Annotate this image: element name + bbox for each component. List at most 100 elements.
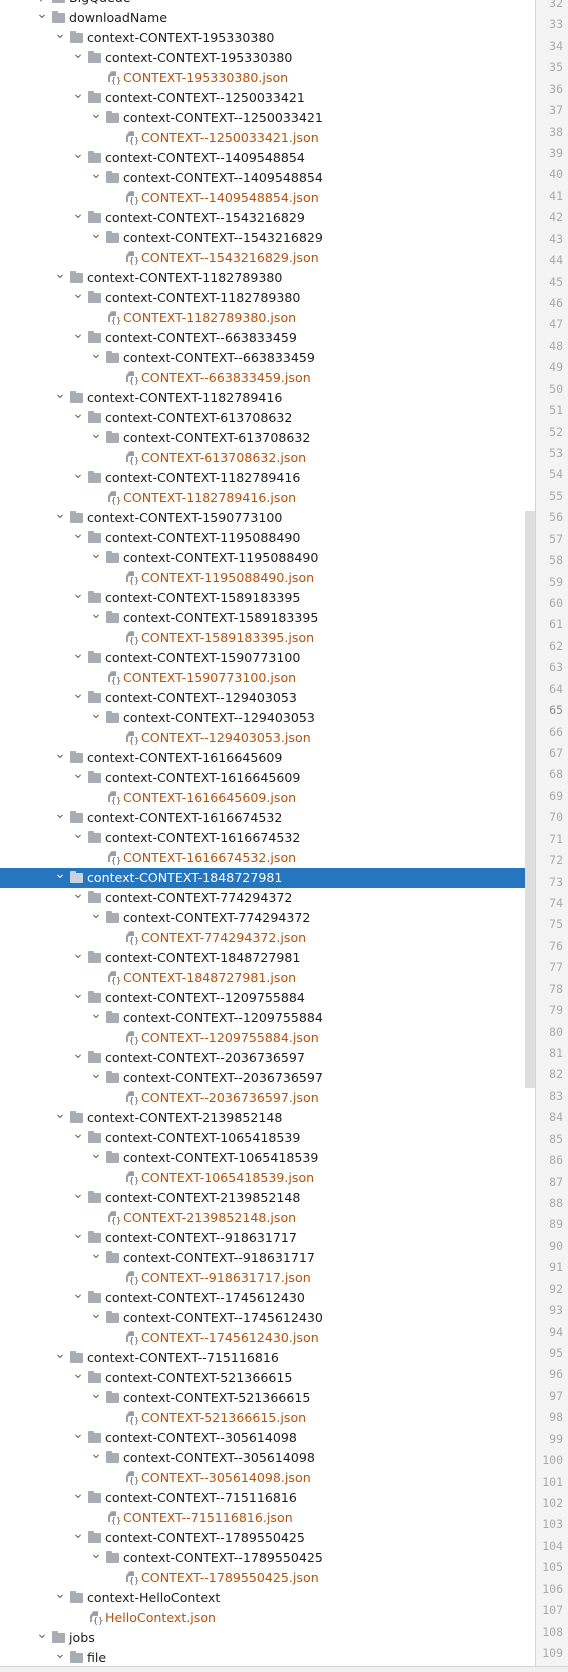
tree-folder-item[interactable]: ⌄ context-CONTEXT--2036736597	[0, 1047, 535, 1068]
tree-folder-item[interactable]: ⌄ context-CONTEXT--918631717	[0, 1227, 535, 1248]
tree-folder-item[interactable]: ⌄ context-CONTEXT-2139852148	[0, 1187, 535, 1208]
tree-folder-item[interactable]: ⌄ context-CONTEXT--1409548854	[0, 167, 535, 188]
tree-folder-item[interactable]: ⌄ context-CONTEXT-1182789416	[0, 467, 535, 488]
tree-folder-item[interactable]: ⌄ context-CONTEXT--1250033421	[0, 107, 535, 128]
tree-folder-item[interactable]: ⌄ context-HelloContext	[0, 1587, 535, 1608]
tree-file-item[interactable]: {} CONTEXT--918631717.json	[0, 1268, 535, 1288]
chevron-down-icon[interactable]: ⌄	[35, 1627, 49, 1648]
tree-folder-item[interactable]: ⌄ context-CONTEXT--1209755884	[0, 1007, 535, 1028]
tree-folder-item[interactable]: ⌄ context-CONTEXT-1616645609	[0, 747, 535, 768]
chevron-down-icon[interactable]: ⌄	[71, 1487, 85, 1508]
chevron-down-icon[interactable]: ⌄	[53, 507, 67, 528]
chevron-down-icon[interactable]: ⌄	[71, 887, 85, 908]
chevron-down-icon[interactable]: ⌄	[71, 47, 85, 68]
tree-file-item[interactable]: {} CONTEXT--715116816.json	[0, 1508, 535, 1528]
tree-folder-item[interactable]: ⌄ jobs	[0, 1627, 535, 1648]
tree-folder-item[interactable]: ⌄ context-CONTEXT-1848727981	[0, 947, 535, 968]
tree-folder-item[interactable]: ⌄ context-CONTEXT-1065418539	[0, 1147, 535, 1168]
tree-file-item[interactable]: {} CONTEXT-195330380.json	[0, 68, 535, 88]
tree-folder-item[interactable]: ⌄ context-CONTEXT--129403053	[0, 687, 535, 708]
tree-folder-item[interactable]: ⌄ context-CONTEXT--129403053	[0, 707, 535, 728]
chevron-down-icon[interactable]: ⌄	[89, 1447, 103, 1468]
tree-file-item[interactable]: {} CONTEXT--1745612430.json	[0, 1328, 535, 1348]
tree-file-item[interactable]: {} HelloContext.json	[0, 1608, 535, 1628]
tree-file-item[interactable]: {} CONTEXT-1590773100.json	[0, 668, 535, 688]
tree-folder-item[interactable]: ⌄ context-CONTEXT--1209755884	[0, 987, 535, 1008]
tree-folder-item[interactable]: ⌄ context-CONTEXT--663833459	[0, 327, 535, 348]
tree-folder-item[interactable]: ⌄ context-CONTEXT-1195088490	[0, 527, 535, 548]
chevron-down-icon[interactable]: ⌄	[71, 327, 85, 348]
tree-file-item[interactable]: {} CONTEXT--305614098.json	[0, 1468, 535, 1488]
chevron-down-icon[interactable]: ⌄	[89, 1067, 103, 1088]
tree-folder-item[interactable]: ⌄ downloadName	[0, 7, 535, 28]
project-tree[interactable]: ›BigQueue⌄downloadName ⌄context-CONTEXT-1…	[0, 0, 535, 1666]
chevron-down-icon[interactable]: ⌄	[89, 1147, 103, 1168]
tree-folder-item[interactable]: ⌄ context-CONTEXT--663833459	[0, 347, 535, 368]
tree-folder-item[interactable]: ⌄ context-CONTEXT--2036736597	[0, 1067, 535, 1088]
tree-folder-item[interactable]: ⌄ context-CONTEXT-774294372	[0, 907, 535, 928]
tree-folder-item[interactable]: ⌄ context-CONTEXT-1065418539	[0, 1127, 535, 1148]
chevron-down-icon[interactable]: ⌄	[53, 867, 67, 888]
chevron-down-icon[interactable]: ⌄	[89, 907, 103, 928]
chevron-down-icon[interactable]: ⌄	[71, 1367, 85, 1388]
tree-file-item[interactable]: {} CONTEXT--1250033421.json	[0, 128, 535, 148]
chevron-down-icon[interactable]: ⌄	[89, 607, 103, 628]
chevron-down-icon[interactable]: ⌄	[71, 407, 85, 428]
tree-folder-item[interactable]: ⌄ context-CONTEXT-1590773100	[0, 647, 535, 668]
chevron-down-icon[interactable]: ⌄	[53, 1587, 67, 1608]
tree-folder-item[interactable]: ⌄ context-CONTEXT-1195088490	[0, 547, 535, 568]
tree-file-item[interactable]: {} CONTEXT-2139852148.json	[0, 1208, 535, 1228]
chevron-down-icon[interactable]: ⌄	[71, 827, 85, 848]
tree-folder-item[interactable]: ⌄ context-CONTEXT--1250033421	[0, 87, 535, 108]
tree-folder-item[interactable]: ⌄ context-CONTEXT-1590773100	[0, 507, 535, 528]
chevron-down-icon[interactable]: ⌄	[71, 1187, 85, 1208]
tree-file-item[interactable]: {} CONTEXT-1182789380.json	[0, 308, 535, 328]
chevron-down-icon[interactable]: ⌄	[53, 267, 67, 288]
tree-folder-item[interactable]: ⌄ context-CONTEXT--918631717	[0, 1247, 535, 1268]
tree-folder-item[interactable]: ⌄ context-CONTEXT-1589183395	[0, 607, 535, 628]
tree-folder-item[interactable]: ⌄ file	[0, 1647, 535, 1666]
tree-folder-item[interactable]: ⌄ context-CONTEXT-195330380	[0, 47, 535, 68]
tree-folder-item[interactable]: ⌄ context-CONTEXT--715116816	[0, 1487, 535, 1508]
chevron-down-icon[interactable]: ⌄	[89, 547, 103, 568]
chevron-down-icon[interactable]: ⌄	[89, 107, 103, 128]
tree-folder-item[interactable]: ⌄ context-CONTEXT-2139852148	[0, 1107, 535, 1128]
tree-folder-item[interactable]: ⌄ context-CONTEXT-521366615	[0, 1387, 535, 1408]
chevron-down-icon[interactable]: ⌄	[71, 1047, 85, 1068]
tree-folder-item[interactable]: ⌄ context-CONTEXT--305614098	[0, 1447, 535, 1468]
chevron-down-icon[interactable]: ⌄	[71, 527, 85, 548]
chevron-down-icon[interactable]: ⌄	[89, 427, 103, 448]
tree-folder-item[interactable]: ⌄ context-CONTEXT--1745612430	[0, 1287, 535, 1308]
tree-folder-item[interactable]: ⌄ context-CONTEXT-1182789380	[0, 267, 535, 288]
tree-folder-item[interactable]: ⌄ context-CONTEXT-774294372	[0, 887, 535, 908]
chevron-down-icon[interactable]: ⌄	[71, 1227, 85, 1248]
tree-file-item[interactable]: {} CONTEXT--2036736597.json	[0, 1088, 535, 1108]
tree-file-item[interactable]: {} CONTEXT--663833459.json	[0, 368, 535, 388]
tree-folder-item[interactable]: ⌄ context-CONTEXT-1616645609	[0, 767, 535, 788]
tree-file-item[interactable]: {} CONTEXT--1209755884.json	[0, 1028, 535, 1048]
chevron-down-icon[interactable]: ⌄	[71, 587, 85, 608]
chevron-down-icon[interactable]: ⌄	[71, 147, 85, 168]
chevron-down-icon[interactable]: ⌄	[71, 207, 85, 228]
chevron-down-icon[interactable]: ⌄	[89, 1547, 103, 1568]
chevron-down-icon[interactable]: ⌄	[71, 87, 85, 108]
tree-file-item[interactable]: {} CONTEXT-1848727981.json	[0, 968, 535, 988]
tree-folder-item[interactable]: ›BigQueue	[0, 0, 535, 8]
chevron-down-icon[interactable]: ⌄	[53, 387, 67, 408]
chevron-down-icon[interactable]: ⌄	[89, 1247, 103, 1268]
tree-file-item[interactable]: {} CONTEXT-1589183395.json	[0, 628, 535, 648]
tree-file-item[interactable]: {} CONTEXT-1065418539.json	[0, 1168, 535, 1188]
chevron-down-icon[interactable]: ⌄	[53, 1107, 67, 1128]
tree-file-item[interactable]: {} CONTEXT--129403053.json	[0, 728, 535, 748]
chevron-down-icon[interactable]: ⌄	[89, 1307, 103, 1328]
tree-file-item[interactable]: {} CONTEXT--1543216829.json	[0, 248, 535, 268]
chevron-down-icon[interactable]: ⌄	[53, 807, 67, 828]
tree-file-item[interactable]: {} CONTEXT-774294372.json	[0, 928, 535, 948]
tree-folder-item[interactable]: ⌄ context-CONTEXT-1589183395	[0, 587, 535, 608]
chevron-down-icon[interactable]: ⌄	[71, 1427, 85, 1448]
chevron-down-icon[interactable]: ⌄	[53, 1347, 67, 1368]
tree-folder-item[interactable]: ⌄ context-CONTEXT-521366615	[0, 1367, 535, 1388]
tree-file-item[interactable]: {} CONTEXT-1182789416.json	[0, 488, 535, 508]
tree-folder-item[interactable]: ⌄ context-CONTEXT--1409548854	[0, 147, 535, 168]
tree-folder-item[interactable]: ⌄ context-CONTEXT--1543216829	[0, 207, 535, 228]
